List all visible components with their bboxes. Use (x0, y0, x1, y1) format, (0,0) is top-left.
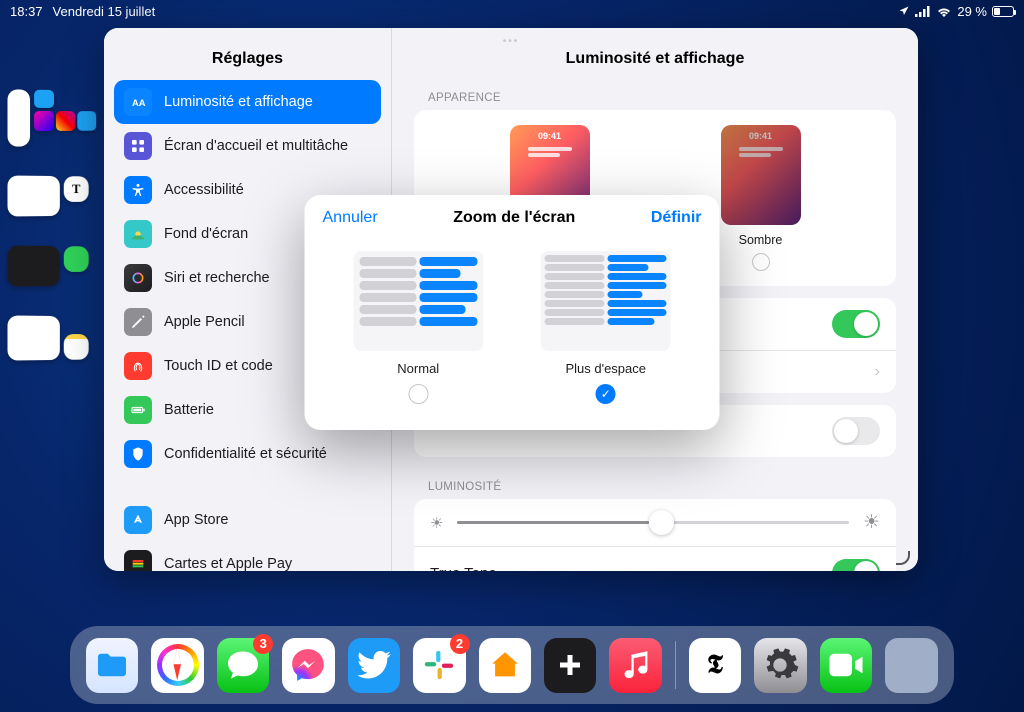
sidebar-item-label: Apple Pencil (164, 314, 245, 330)
stage-thumb[interactable] (64, 334, 89, 360)
wallpaper-icon (124, 220, 152, 248)
sun-high-icon: ☀ (863, 511, 880, 534)
radio-icon[interactable] (752, 253, 770, 271)
truetone-label: True Tone (430, 565, 497, 572)
preview-clock: 09:41 (510, 131, 590, 141)
stage-thumb[interactable]: T (64, 176, 89, 202)
preview-clock: 09:41 (721, 131, 801, 141)
toggle-auto[interactable] (832, 310, 880, 338)
brightness-slider-row: ☀ ☀ (414, 499, 896, 546)
dock-divider (675, 641, 676, 689)
stage-thumb[interactable] (7, 89, 30, 146)
chevron-right-icon: › (875, 363, 880, 381)
dock-app-music[interactable] (609, 638, 661, 693)
zoom-option-label: Normal (353, 361, 483, 376)
sidebar-item-wallet[interactable]: Cartes et Apple Pay (114, 542, 381, 571)
appstore-icon (124, 506, 152, 534)
battery-icon (124, 396, 152, 424)
sidebar-item-label: Confidentialité et sécurité (164, 446, 327, 462)
sidebar-item-privacy[interactable]: Confidentialité et sécurité (114, 432, 381, 476)
sidebar-item-label: Écran d'accueil et multitâche (164, 138, 348, 154)
dock-app-safari[interactable] (151, 638, 203, 693)
confirm-button[interactable]: Définir (651, 209, 702, 227)
toggle-truetone[interactable] (832, 559, 880, 571)
sidebar-item-label: Luminosité et affichage (164, 94, 313, 110)
radio-icon[interactable] (408, 384, 428, 404)
dock-app-messages[interactable]: 3 (217, 638, 269, 693)
pencil-icon (124, 308, 152, 336)
zoom-option-normal[interactable]: Normal (353, 251, 483, 404)
svg-text:AA: AA (132, 98, 146, 108)
battery-icon (992, 6, 1014, 17)
badge: 3 (253, 634, 273, 654)
sidebar-item-display[interactable]: AA Luminosité et affichage (114, 80, 381, 124)
stage-thumb[interactable] (56, 111, 75, 131)
sidebar-title: Réglages (104, 28, 391, 80)
appearance-label: Sombre (721, 233, 801, 247)
dock-app-nyt[interactable]: 𝕿 (689, 638, 741, 693)
window-grip-icon[interactable]: ••• (503, 36, 520, 47)
sidebar-item-label: App Store (164, 512, 229, 528)
status-bar: 18:37 Vendredi 15 juillet 29 % (0, 0, 1024, 22)
dock-app-files[interactable] (86, 638, 138, 693)
toggle-textsize[interactable] (832, 417, 880, 445)
dock-app-home[interactable] (479, 638, 531, 693)
dock-app-settings[interactable] (754, 638, 806, 693)
section-label: APPARENCE (414, 86, 896, 110)
wifi-icon (936, 5, 952, 17)
accessibility-icon (124, 176, 152, 204)
sidebar-item-homescreen[interactable]: Écran d'accueil et multitâche (114, 124, 381, 168)
cancel-button[interactable]: Annuler (323, 209, 378, 227)
signal-icon (915, 6, 931, 17)
sidebar-item-label: Siri et recherche (164, 270, 270, 286)
display-icon: AA (124, 88, 152, 116)
stage-thumb[interactable] (77, 111, 96, 131)
stage-thumb[interactable] (7, 315, 59, 360)
zoom-option-more-space[interactable]: Plus d'espace ✓ (541, 251, 671, 404)
section-label: LUMINOSITÉ (414, 475, 896, 499)
siri-icon (124, 264, 152, 292)
dock-app-messenger[interactable] (282, 638, 334, 693)
stage-thumb[interactable] (34, 111, 54, 131)
zoom-modal: Annuler Zoom de l'écran Définir Normal P… (305, 195, 720, 430)
appearance-option-dark[interactable]: 09:41 Sombre (721, 125, 801, 271)
dock: 3 2 𝕿 (70, 626, 954, 704)
detail-title: Luminosité et affichage (414, 28, 896, 86)
stage-manager: T (8, 90, 98, 360)
brightness-slider[interactable] (457, 521, 849, 524)
dock-app-canal[interactable] (544, 638, 596, 693)
stage-thumb[interactable] (7, 245, 59, 286)
battery-pct: 29 % (957, 4, 987, 19)
dock-app-folder[interactable] (885, 638, 938, 693)
brightness-card: ☀ ☀ True Tone L'écran de l'iPad s'adapte… (414, 499, 896, 571)
sidebar-item-label: Fond d'écran (164, 226, 248, 242)
modal-title: Zoom de l'écran (453, 209, 575, 227)
sidebar-item-label: Batterie (164, 402, 214, 418)
sidebar-item-appstore[interactable]: App Store (114, 498, 381, 542)
zoom-option-label: Plus d'espace (541, 361, 671, 376)
truetone-row: True Tone (414, 546, 896, 571)
dock-app-twitter[interactable] (348, 638, 400, 693)
sun-low-icon: ☀ (430, 514, 443, 532)
radio-checked-icon[interactable]: ✓ (596, 384, 616, 404)
stage-thumb[interactable] (34, 90, 54, 108)
stage-thumb[interactable] (7, 175, 59, 216)
wallet-icon (124, 550, 152, 571)
location-icon (898, 5, 910, 17)
status-time: 18:37 (10, 4, 43, 19)
sidebar-item-label: Cartes et Apple Pay (164, 556, 292, 571)
stage-thumb[interactable] (64, 246, 89, 272)
status-date: Vendredi 15 juillet (53, 4, 156, 19)
fingerprint-icon (124, 352, 152, 380)
dock-app-facetime[interactable] (820, 638, 872, 693)
badge: 2 (450, 634, 470, 654)
sidebar-item-label: Accessibilité (164, 182, 244, 198)
hand-icon (124, 440, 152, 468)
grid-icon (124, 132, 152, 160)
sidebar-item-label: Touch ID et code (164, 358, 273, 374)
dock-app-slack[interactable]: 2 (413, 638, 465, 693)
